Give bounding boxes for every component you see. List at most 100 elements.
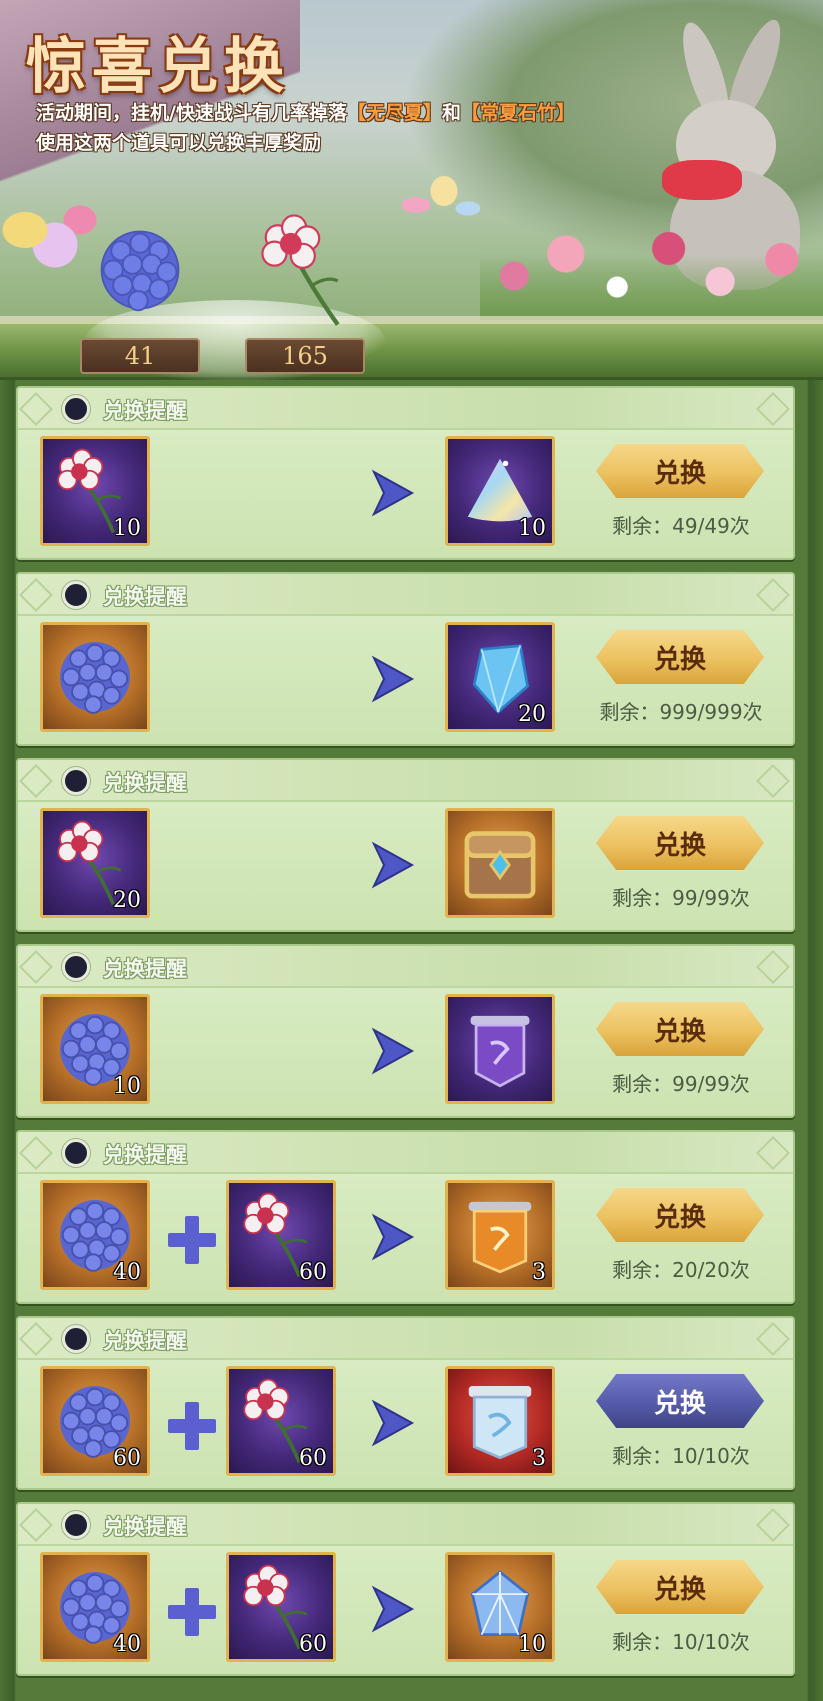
row-header: 兑换提醒 — [18, 1504, 793, 1546]
reminder-toggle[interactable] — [62, 1511, 90, 1539]
row-header: 兑换提醒 — [18, 574, 793, 616]
reminder-label: 兑换提醒 — [103, 957, 187, 981]
item-quantity: 60 — [299, 1446, 327, 1471]
item-quantity: 3 — [532, 1260, 546, 1285]
exchange-button[interactable]: 兑换 — [596, 1560, 764, 1614]
reminder-toggle[interactable] — [62, 581, 90, 609]
row-body: 40 60 3 兑换 剩余：20/20次 — [18, 1174, 793, 1302]
carnation-currency-icon — [261, 214, 340, 326]
balloons-decoration — [400, 170, 480, 240]
cost-item-slot[interactable]: 40 — [40, 1552, 150, 1662]
cost-item-slot[interactable]: 60 — [226, 1180, 336, 1290]
item-quantity: 10 — [518, 1632, 546, 1657]
treasure-chest-icon — [454, 817, 546, 909]
remaining-count: 剩余：49/49次 — [612, 514, 750, 538]
event-description-line1: 活动期间，挂机/快速战斗有几率掉落【无尽夏】和【常夏石竹】 — [36, 98, 575, 125]
corner-ornament-icon — [19, 392, 53, 426]
corner-ornament-icon — [756, 1136, 790, 1170]
reward-item-slot[interactable]: 10 — [445, 436, 555, 546]
exchange-button[interactable]: 兑换 — [596, 1374, 764, 1428]
exchange-row: 兑换提醒 20 兑换 剩余：999/999次 — [16, 572, 795, 746]
exchange-button[interactable]: 兑换 — [596, 630, 764, 684]
reminder-toggle[interactable] — [62, 395, 90, 423]
event-banner: 惊喜兑换 活动期间，挂机/快速战斗有几率掉落【无尽夏】和【常夏石竹】 使用这两个… — [0, 0, 823, 380]
exchange-button[interactable]: 兑换 — [596, 1188, 764, 1242]
reward-item-slot[interactable]: 10 — [445, 1552, 555, 1662]
row-header: 兑换提醒 — [18, 946, 793, 988]
exchange-list[interactable]: 兑换提醒 10 10 兑换 剩余：49/49次 兑换提醒 20 兑换 剩余：999/999… — [0, 380, 823, 1701]
item-quantity: 60 — [299, 1632, 327, 1657]
item-quantity: 20 — [113, 888, 141, 913]
exchange-button[interactable]: 兑换 — [596, 444, 764, 498]
row-header: 兑换提醒 — [18, 760, 793, 802]
cost-item-slot[interactable]: 60 — [226, 1552, 336, 1662]
row-header: 兑换提醒 — [18, 1318, 793, 1360]
item-quantity: 10 — [113, 1074, 141, 1099]
cost-item-slot[interactable]: 60 — [40, 1366, 150, 1476]
cost-item-slot[interactable]: 40 — [40, 1180, 150, 1290]
corner-ornament-icon — [19, 950, 53, 984]
exchange-row: 兑换提醒 60 60 3 兑换剩余：10/10次 — [16, 1316, 795, 1490]
corner-ornament-icon — [19, 1508, 53, 1542]
row-body: 60 60 3 兑换剩余：10/10次 — [18, 1360, 793, 1488]
remaining-count: 剩余：99/99次 — [612, 886, 750, 910]
remaining-count: 剩余：10/10次 — [612, 1630, 750, 1654]
reward-item-slot[interactable]: 3 — [445, 1366, 555, 1476]
arrow-right-icon — [368, 468, 416, 518]
purple-scroll-icon — [454, 1003, 546, 1095]
reminder-toggle[interactable] — [62, 1139, 90, 1167]
item-quantity: 40 — [113, 1632, 141, 1657]
corner-ornament-icon — [756, 392, 790, 426]
reminder-label: 兑换提醒 — [103, 1143, 187, 1167]
corner-ornament-icon — [756, 950, 790, 984]
exchange-row: 兑换提醒 10 兑换 剩余：99/99次 — [16, 944, 795, 1118]
remaining-count: 剩余：10/10次 — [612, 1444, 750, 1468]
cost-item-slot[interactable]: 10 — [40, 994, 150, 1104]
reminder-label: 兑换提醒 — [103, 585, 187, 609]
exchange-row: 兑换提醒 10 10 兑换剩余：49/49次 — [16, 386, 795, 560]
item-quantity: 40 — [113, 1260, 141, 1285]
reward-item-slot[interactable]: 3 — [445, 1180, 555, 1290]
desc-mid: 和 — [441, 102, 461, 124]
exchange-button[interactable]: 兑换 — [596, 1002, 764, 1056]
corner-ornament-icon — [756, 578, 790, 612]
reward-item-slot[interactable]: 20 — [445, 622, 555, 732]
carnation-count: 165 — [245, 338, 365, 374]
reward-item-slot[interactable] — [445, 994, 555, 1104]
cost-item-slot[interactable] — [40, 622, 150, 732]
desc-prefix: 活动期间，挂机/快速战斗有几率掉落 — [36, 102, 347, 124]
exchange-row: 兑换提醒 40 60 3 兑换 剩余：20/20次 — [16, 1130, 795, 1304]
exchange-row: 兑换提醒 20 兑换剩余：99/99次 — [16, 758, 795, 932]
item-quantity: 10 — [113, 516, 141, 541]
reminder-label: 兑换提醒 — [103, 1515, 187, 1539]
row-header: 兑换提醒 — [18, 388, 793, 430]
reward-item-slot[interactable] — [445, 808, 555, 918]
easter-eggs-decoration — [0, 190, 100, 290]
plus-icon — [168, 1402, 216, 1450]
hydrangea-count: 41 — [80, 338, 200, 374]
item-quantity: 10 — [518, 516, 546, 541]
exchange-button[interactable]: 兑换 — [596, 816, 764, 870]
item-quantity: 3 — [532, 1446, 546, 1471]
row-body: 10 10 兑换剩余：49/49次 — [18, 430, 793, 558]
item-quantity: 60 — [113, 1446, 141, 1471]
arrow-right-icon — [368, 1584, 416, 1634]
reminder-toggle[interactable] — [62, 953, 90, 981]
reminder-toggle[interactable] — [62, 767, 90, 795]
reminder-toggle[interactable] — [62, 1325, 90, 1353]
corner-ornament-icon — [756, 1508, 790, 1542]
item-quantity: 60 — [299, 1260, 327, 1285]
page-title: 惊喜兑换 — [26, 32, 290, 102]
hydrangea-currency-icon — [100, 230, 180, 312]
flower-bed-decoration — [480, 210, 823, 320]
cost-item-slot[interactable]: 10 — [40, 436, 150, 546]
hydrangea-icon — [49, 631, 141, 723]
cost-item-slot[interactable]: 60 — [226, 1366, 336, 1476]
cost-item-slot[interactable]: 20 — [40, 808, 150, 918]
corner-ornament-icon — [756, 764, 790, 798]
reminder-label: 兑换提醒 — [103, 399, 187, 423]
corner-ornament-icon — [19, 764, 53, 798]
arrow-right-icon — [368, 1212, 416, 1262]
row-body: 20 兑换 剩余：999/999次 — [18, 616, 793, 744]
corner-ornament-icon — [19, 1136, 53, 1170]
